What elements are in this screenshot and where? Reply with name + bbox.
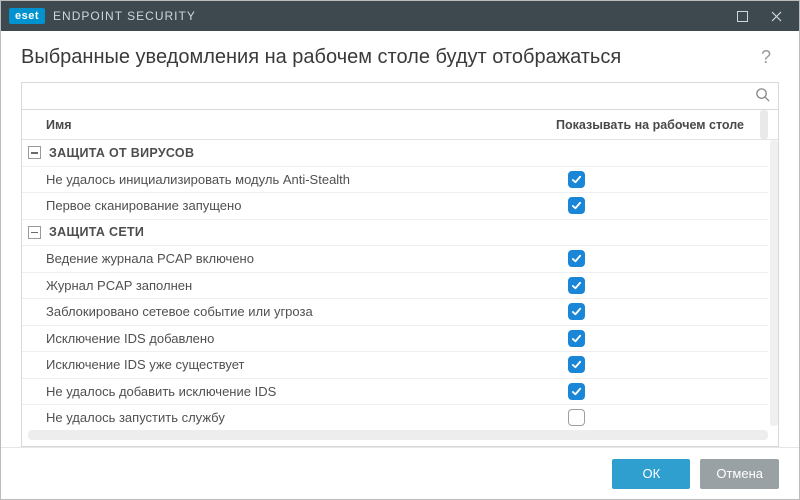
show-on-desktop-checkbox[interactable] (568, 171, 585, 188)
table-row: Журнал PCAP заполнен (22, 273, 768, 300)
notification-name: Исключение IDS уже существует (22, 357, 568, 372)
notification-name: Исключение IDS добавлено (22, 331, 568, 346)
table-body: ЗАЩИТА ОТ ВИРУСОВ Не удалось инициализиро… (22, 140, 778, 426)
show-on-desktop-checkbox[interactable] (568, 356, 585, 373)
show-on-desktop-checkbox[interactable] (568, 303, 585, 320)
show-on-desktop-cell (568, 277, 768, 294)
table-row: Исключение IDS добавлено (22, 326, 768, 353)
show-on-desktop-cell (568, 171, 768, 188)
show-on-desktop-cell (568, 303, 768, 320)
show-on-desktop-checkbox[interactable] (568, 383, 585, 400)
vertical-scrollbar[interactable] (760, 110, 768, 139)
column-header-show[interactable]: Показывать на рабочем столе (556, 118, 756, 132)
brand-badge: eset (9, 8, 45, 24)
table-row: Заблокировано сетевое событие или угроза (22, 299, 768, 326)
table-row: Не удалось инициализировать модуль Anti-… (22, 167, 768, 194)
notification-name: Заблокировано сетевое событие или угроза (22, 304, 568, 319)
header: Выбранные уведомления на рабочем столе б… (1, 31, 799, 82)
table-row: Первое сканирование запущено (22, 193, 768, 220)
notification-name: Ведение журнала PCAP включено (22, 251, 568, 266)
table-header: Имя Показывать на рабочем столе (22, 110, 778, 140)
table-row: Исключение IDS уже существует (22, 352, 768, 379)
notification-name: Не удалось запустить службу (22, 410, 568, 425)
window-maximize-button[interactable] (725, 1, 759, 31)
window-close-button[interactable] (759, 1, 793, 31)
notification-name: Не удалось добавить исключение IDS (22, 384, 568, 399)
vertical-scrollbar-track[interactable] (770, 140, 778, 426)
table-row: Не удалось запустить службу (22, 405, 768, 426)
show-on-desktop-checkbox[interactable] (568, 277, 585, 294)
product-name: ENDPOINT SECURITY (53, 9, 196, 23)
footer: ОК Отмена (1, 447, 799, 499)
content-area: Имя Показывать на рабочем столе ЗАЩИТА О… (1, 82, 799, 447)
show-on-desktop-cell (568, 197, 768, 214)
show-on-desktop-cell (568, 409, 768, 426)
show-on-desktop-checkbox[interactable] (568, 197, 585, 214)
group-row: ЗАЩИТА СЕТИ (22, 220, 768, 247)
show-on-desktop-cell (568, 356, 768, 373)
notification-name: Журнал PCAP заполнен (22, 278, 568, 293)
search-row (21, 82, 779, 110)
cancel-button[interactable]: Отмена (700, 459, 779, 489)
notification-name: Не удалось инициализировать модуль Anti-… (22, 172, 568, 187)
show-on-desktop-checkbox[interactable] (568, 250, 585, 267)
title-bar: eset ENDPOINT SECURITY (1, 1, 799, 31)
collapse-icon[interactable] (28, 226, 41, 239)
notifications-table: Имя Показывать на рабочем столе ЗАЩИТА О… (21, 110, 779, 447)
ok-button[interactable]: ОК (612, 459, 690, 489)
horizontal-scrollbar[interactable] (28, 430, 768, 440)
show-on-desktop-cell (568, 383, 768, 400)
show-on-desktop-checkbox[interactable] (568, 330, 585, 347)
search-input[interactable] (30, 89, 753, 104)
show-on-desktop-cell (568, 330, 768, 347)
collapse-icon[interactable] (28, 146, 41, 159)
help-button[interactable]: ? (753, 43, 779, 72)
notification-name: Первое сканирование запущено (22, 198, 568, 213)
page-title: Выбранные уведомления на рабочем столе б… (21, 46, 753, 69)
search-icon[interactable] (753, 87, 772, 105)
column-header-name[interactable]: Имя (22, 118, 556, 132)
show-on-desktop-checkbox[interactable] (568, 409, 585, 426)
group-label: ЗАЩИТА СЕТИ (49, 225, 144, 239)
group-label: ЗАЩИТА ОТ ВИРУСОВ (49, 146, 194, 160)
table-row: Не удалось добавить исключение IDS (22, 379, 768, 406)
show-on-desktop-cell (568, 250, 768, 267)
group-row: ЗАЩИТА ОТ ВИРУСОВ (22, 140, 768, 167)
table-row: Ведение журнала PCAP включено (22, 246, 768, 273)
